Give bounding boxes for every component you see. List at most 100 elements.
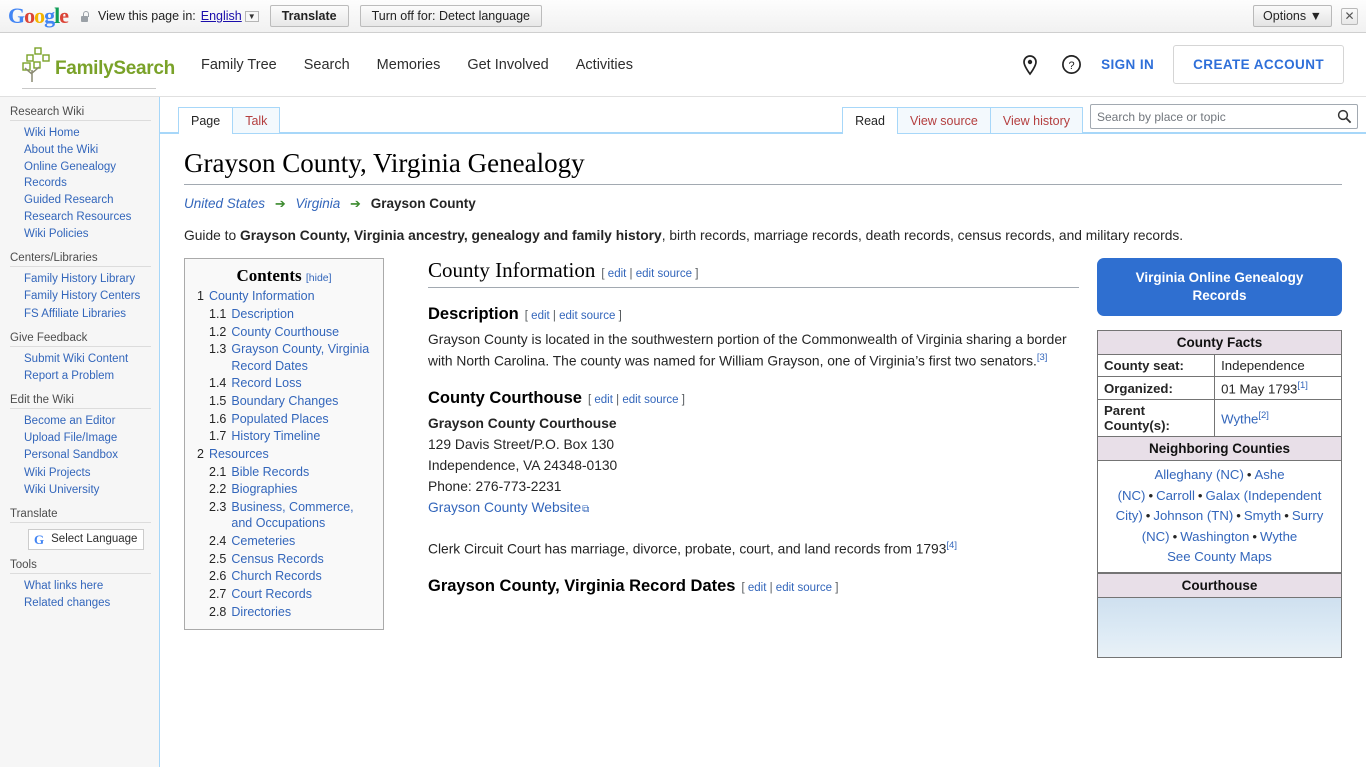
sidebar-item-wiki-projects[interactable]: Wiki Projects <box>10 465 151 482</box>
article-columns: Contents [hide] 1 County Information 1.1 D… <box>184 258 1342 658</box>
toc-hide-link[interactable]: [hide] <box>306 272 332 284</box>
reference-marker[interactable]: [3] <box>1037 352 1048 363</box>
toc-link-record-dates[interactable]: Grayson County, Virginia Record Dates <box>231 341 373 374</box>
chevron-down-icon[interactable]: ▼ <box>244 10 259 22</box>
sidebar-heading: Research Wiki <box>10 106 85 118</box>
turn-off-translate-button[interactable]: Turn off for: Detect language <box>359 5 543 27</box>
neighbor-link-washington[interactable]: Washington <box>1180 529 1249 544</box>
toc-item-number: 2.6 <box>209 569 227 584</box>
select-language-widget[interactable]: G Select Language <box>28 528 145 550</box>
reference-marker[interactable]: [1] <box>1297 380 1308 391</box>
courthouse-website-link[interactable]: Grayson County Website <box>428 500 589 515</box>
toc-item-number: 1.6 <box>209 411 227 426</box>
toc-link-populated-places[interactable]: Populated Places <box>231 411 328 428</box>
sidebar-item-become-an-editor[interactable]: Become an Editor <box>10 413 151 430</box>
toc-link-resources[interactable]: Resources <box>209 446 269 463</box>
virginia-online-records-button[interactable]: Virginia Online Genealogy Records <box>1097 258 1342 316</box>
edit-source-link[interactable]: edit source <box>559 310 615 322</box>
neighbor-link-carroll[interactable]: Carroll <box>1156 488 1195 503</box>
sidebar-item-submit-wiki-content[interactable]: Submit Wiki Content <box>10 351 151 368</box>
nav-item-family-tree[interactable]: Family Tree <box>201 57 277 73</box>
toc-item: 2.2 Biographies <box>195 481 373 498</box>
toc-link-county-information[interactable]: County Information <box>209 288 315 305</box>
tab-talk[interactable]: Talk <box>232 107 281 133</box>
nav-item-activities[interactable]: Activities <box>576 57 633 73</box>
edit-link[interactable]: edit <box>608 268 627 280</box>
sidebar-item-wiki-home[interactable]: Wiki Home <box>10 125 151 142</box>
article-body: Grayson County, Virginia Genealogy Unite… <box>160 134 1366 767</box>
neighbor-link-alleghany-nc[interactable]: Alleghany (NC) <box>1154 467 1243 482</box>
toc-item: 2.7 Court Records <box>195 586 373 603</box>
familysearch-logo[interactable]: FamilySearch <box>22 46 175 89</box>
sidebar-item-research-resources[interactable]: Research Resources <box>10 209 151 226</box>
create-account-button[interactable]: CREATE ACCOUNT <box>1173 45 1344 84</box>
neighbor-link-wythe[interactable]: Wythe <box>1260 529 1297 544</box>
courthouse-address-block: Grayson County Courthouse 129 Davis Stre… <box>428 414 1079 519</box>
options-button[interactable]: Options ▼ <box>1253 5 1332 27</box>
toc-link-court-records[interactable]: Court Records <box>231 586 312 603</box>
sidebar-item-about-the-wiki[interactable]: About the Wiki <box>10 142 151 159</box>
edit-link[interactable]: edit <box>748 582 767 594</box>
neighbor-link-smyth[interactable]: Smyth <box>1244 508 1281 523</box>
toc-link-record-loss[interactable]: Record Loss <box>231 375 301 392</box>
neighbor-link-johnson-tn[interactable]: Johnson (TN) <box>1153 508 1233 523</box>
edit-link[interactable]: edit <box>594 394 613 406</box>
description-text: Grayson County is located in the southwe… <box>428 332 1067 369</box>
translate-language-link[interactable]: English <box>201 9 242 23</box>
close-icon[interactable]: ✕ <box>1341 7 1358 25</box>
sidebar-item-upload-file-image[interactable]: Upload File/Image <box>10 430 151 447</box>
sidebar-item-family-history-centers[interactable]: Family History Centers <box>10 288 151 305</box>
nav-item-get-involved[interactable]: Get Involved <box>467 57 548 73</box>
organized-date: 01 May 1793 <box>1221 381 1298 397</box>
tab-view-source[interactable]: View source <box>896 107 991 133</box>
reference-marker[interactable]: [2] <box>1258 410 1269 421</box>
toc-link-cemeteries[interactable]: Cemeteries <box>231 533 295 550</box>
sidebar-item-online-genealogy-records[interactable]: Online Genealogy Records <box>10 159 151 191</box>
subsection-title: Description <box>428 305 519 324</box>
see-county-maps-link[interactable]: See County Maps <box>1167 549 1272 564</box>
edit-source-link[interactable]: edit source <box>636 268 692 280</box>
toc-link-description[interactable]: Description <box>231 306 294 323</box>
tab-read[interactable]: Read <box>842 107 898 134</box>
sidebar-item-family-history-library[interactable]: Family History Library <box>10 271 151 288</box>
sign-in-link[interactable]: SIGN IN <box>1101 57 1154 72</box>
sidebar-item-related-changes[interactable]: Related changes <box>10 595 151 612</box>
toc-link-county-courthouse[interactable]: County Courthouse <box>231 324 339 341</box>
toc-link-bible-records[interactable]: Bible Records <box>231 464 309 481</box>
toc-item: 1.2 County Courthouse <box>195 324 373 341</box>
help-circle-icon[interactable]: ? <box>1060 54 1082 76</box>
toc-item: 1.5 Boundary Changes <box>195 393 373 410</box>
sidebar-item-fs-affiliate-libraries[interactable]: FS Affiliate Libraries <box>10 306 151 323</box>
sidebar-item-wiki-university[interactable]: Wiki University <box>10 482 151 499</box>
sidebar-item-guided-research[interactable]: Guided Research <box>10 192 151 209</box>
fact-value-parent-county: Wythe[2] <box>1214 399 1342 438</box>
nav-item-search[interactable]: Search <box>304 57 350 73</box>
edit-link[interactable]: edit <box>531 310 550 322</box>
toc-link-boundary-changes[interactable]: Boundary Changes <box>231 393 338 410</box>
tab-view-history[interactable]: View history <box>989 107 1083 133</box>
toc-link-biographies[interactable]: Biographies <box>231 481 297 498</box>
toc-link-directories[interactable]: Directories <box>231 604 291 621</box>
translate-bar-actions: Options ▼ ✕ <box>1253 5 1358 27</box>
bullet-separator: • <box>1284 508 1289 524</box>
bullet-separator: • <box>1246 467 1252 483</box>
toc-link-census-records[interactable]: Census Records <box>231 551 323 568</box>
sidebar-item-personal-sandbox[interactable]: Personal Sandbox <box>10 447 151 464</box>
reference-marker[interactable]: [4] <box>946 540 957 551</box>
breadcrumb-virginia[interactable]: Virginia <box>295 196 340 211</box>
translate-button[interactable]: Translate <box>269 5 349 27</box>
sidebar-item-wiki-policies[interactable]: Wiki Policies <box>10 226 151 243</box>
sidebar-item-report-a-problem[interactable]: Report a Problem <box>10 368 151 385</box>
nav-item-memories[interactable]: Memories <box>377 57 441 73</box>
toc-link-business-commerce[interactable]: Business, Commerce, and Occupations <box>231 499 373 532</box>
search-input[interactable] <box>1090 104 1358 129</box>
breadcrumb-united-states[interactable]: United States <box>184 196 265 211</box>
parent-county-link[interactable]: Wythe <box>1221 411 1258 426</box>
location-pin-icon[interactable] <box>1019 54 1041 76</box>
edit-source-link[interactable]: edit source <box>622 394 678 406</box>
toc-link-history-timeline[interactable]: History Timeline <box>231 428 320 445</box>
tab-page[interactable]: Page <box>178 107 234 134</box>
sidebar-item-what-links-here[interactable]: What links here <box>10 578 151 595</box>
toc-link-church-records[interactable]: Church Records <box>231 568 321 585</box>
edit-source-link[interactable]: edit source <box>776 582 832 594</box>
